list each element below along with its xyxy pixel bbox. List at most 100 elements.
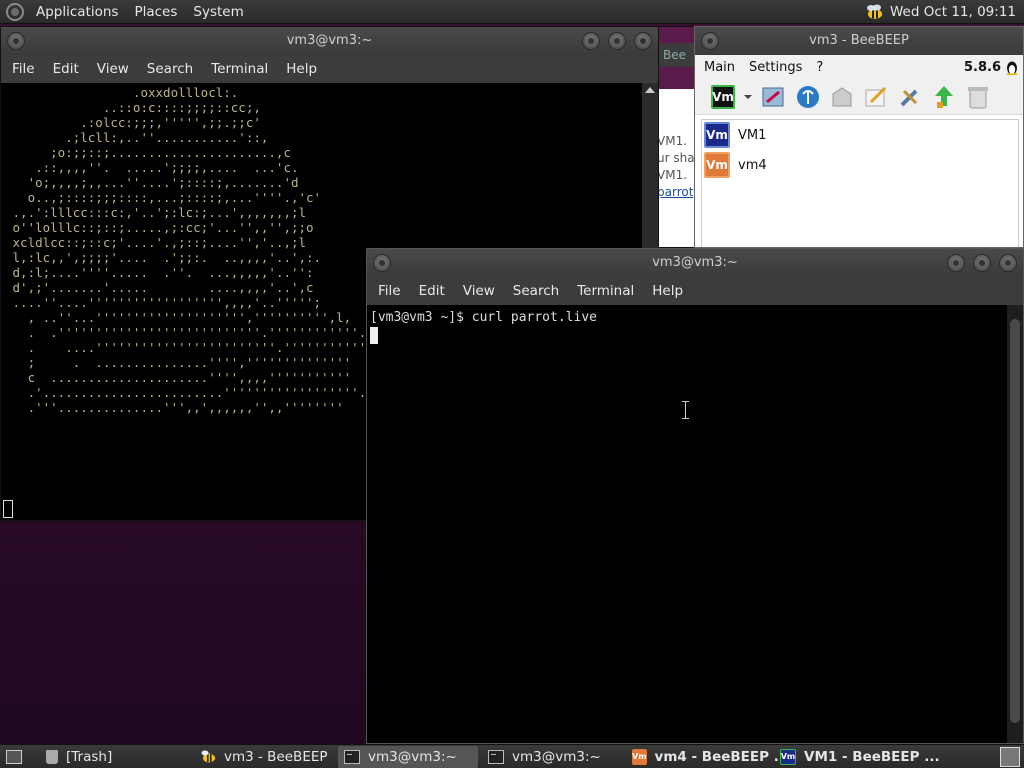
vm-avatar-icon: Vm <box>704 152 730 178</box>
vm-status-icon[interactable]: Vm <box>711 84 735 109</box>
ascii-line: .;lcll:,..''...........'::, <box>5 130 269 145</box>
ascii-line: .oxxdolllocl:. <box>5 85 239 100</box>
ascii-line: 'o;,,,,;,,...''....';::::;,.......'d <box>5 175 299 190</box>
maximize-button[interactable] <box>608 32 626 50</box>
window-menu-button[interactable] <box>701 32 719 50</box>
user-item-vm1[interactable]: Vm VM1 <box>702 120 1018 150</box>
menu-help[interactable]: Help <box>277 55 326 83</box>
tools-icon[interactable] <box>897 84 923 110</box>
taskbar-label: VM1 - BeeBEEP ... <box>804 748 940 765</box>
vm4-icon: Vm <box>632 748 647 765</box>
ascii-line: .,.':lllcc:::c:,'..';:lc:;...',,,,,,,;l <box>5 205 307 220</box>
close-button[interactable] <box>999 254 1017 272</box>
terminal-icon <box>488 749 504 764</box>
menu-help[interactable]: Help <box>643 277 692 305</box>
trash-icon <box>46 749 58 764</box>
taskbar-item-trash[interactable]: [Trash] <box>40 746 190 768</box>
version-label: 5.8.6 <box>963 59 1001 75</box>
terminal-front-menubar: File Edit View Search Terminal Help <box>367 277 1023 305</box>
taskbar-label: vm3 - BeeBEEP <box>224 748 328 765</box>
text-cursor-ibeam-icon <box>682 401 693 419</box>
minimize-button[interactable] <box>582 32 600 50</box>
menu-search[interactable]: Search <box>504 277 568 305</box>
taskbar-item-vm4-chat[interactable]: Vm vm4 - BeeBEEP ... <box>626 746 789 768</box>
bee-icon <box>201 750 215 762</box>
menu-help[interactable]: ? <box>807 60 828 75</box>
vm-avatar-icon: Vm <box>704 122 730 148</box>
taskbar-item-terminal-active[interactable]: vm3@vm3:~ <box>338 745 478 768</box>
chevron-down-icon[interactable] <box>743 92 753 102</box>
ascii-line: .::,,,,''. .....';;;;,.... ...'c. <box>5 160 299 175</box>
taskbar-label: vm3@vm3:~ <box>512 748 601 765</box>
taskbar-label: vm4 - BeeBEEP ... <box>654 748 790 765</box>
edit-profile-icon[interactable] <box>761 84 787 110</box>
terminal-back-menubar: File Edit View Search Terminal Help <box>1 55 658 83</box>
bottom-panel: [Trash] vm3 - BeeBEEP vm3@vm3:~ vm3@vm3:… <box>0 744 1024 768</box>
close-button[interactable] <box>634 32 652 50</box>
terminal-front-title: vm3@vm3:~ <box>652 255 738 270</box>
taskbar-item-beebeep[interactable]: vm3 - BeeBEEP <box>194 746 334 768</box>
window-menu-button[interactable] <box>7 32 25 50</box>
clock[interactable]: Wed Oct 11, 09:11 <box>890 4 1024 20</box>
menu-settings[interactable]: Settings <box>740 60 807 75</box>
terminal-cursor <box>370 327 378 344</box>
taskbar-item-terminal[interactable]: vm3@vm3:~ <box>482 746 622 768</box>
distro-logo-icon[interactable] <box>6 2 24 21</box>
user-name: VM1 <box>738 127 767 143</box>
menu-terminal[interactable]: Terminal <box>568 277 643 305</box>
user-item-vm4[interactable]: Vm vm4 <box>702 150 1018 180</box>
trash-icon[interactable] <box>965 84 991 110</box>
menu-edit[interactable]: Edit <box>44 55 88 83</box>
menu-view[interactable]: View <box>88 55 138 83</box>
terminal-front-titlebar[interactable]: vm3@vm3:~ <box>367 249 1023 277</box>
desktop-icon <box>6 749 22 764</box>
maximize-button[interactable] <box>973 254 991 272</box>
update-icon[interactable] <box>931 84 957 110</box>
menu-view[interactable]: View <box>454 277 504 305</box>
menu-applications[interactable]: Applications <box>28 0 126 24</box>
menu-edit[interactable]: Edit <box>410 277 454 305</box>
penguin-icon <box>1006 61 1018 75</box>
beebeep-titlebar[interactable]: vm3 - BeeBEEP <box>695 27 1023 55</box>
show-desktop-button[interactable] <box>0 746 36 768</box>
menu-file[interactable]: File <box>3 55 44 83</box>
browser-text-line: ur shar <box>658 151 695 165</box>
beebeep-title: vm3 - BeeBEEP <box>809 33 909 48</box>
beebeep-toolbar: Vm <box>695 79 1023 115</box>
menu-file[interactable]: File <box>369 277 410 305</box>
browser-window[interactable]: Bee VM1. ur shar VM1. parrot <box>658 26 695 248</box>
menu-main[interactable]: Main <box>695 60 740 75</box>
taskbar-item-vm1-chat[interactable]: Vm VM1 - BeeBEEP ... <box>774 746 940 768</box>
shell-prompt-line: [vm3@vm3 ~]$ curl parrot.live <box>370 310 597 325</box>
browser-link[interactable]: parrot <box>659 184 694 201</box>
beebeep-tray-icon[interactable] <box>864 4 884 20</box>
beebeep-window[interactable]: vm3 - BeeBEEP Main Settings ? 5.8.6 Vm V… <box>694 26 1024 248</box>
send-file-icon[interactable] <box>829 84 855 110</box>
network-icon[interactable] <box>795 84 821 110</box>
beebeep-menubar: Main Settings ? 5.8.6 <box>695 55 1023 79</box>
terminal-window-front[interactable]: vm3@vm3:~ File Edit View Search Terminal… <box>366 248 1024 744</box>
taskbar-label: [Trash] <box>66 748 113 765</box>
browser-tabstrip: Bee <box>659 27 694 89</box>
vm1-icon: Vm <box>780 748 796 765</box>
menu-terminal[interactable]: Terminal <box>202 55 277 83</box>
ascii-line: o..,;::::;;;::::,...;::::;,...''''.,'c' <box>5 190 322 205</box>
scroll-up-icon[interactable] <box>645 87 655 93</box>
browser-tab[interactable]: Bee <box>659 43 694 67</box>
menu-places[interactable]: Places <box>126 0 185 24</box>
browser-text-line: VM1. <box>658 168 688 182</box>
write-message-icon[interactable] <box>863 84 889 110</box>
terminal-front-scrollbar[interactable] <box>1007 305 1023 743</box>
workspace-switcher[interactable] <box>1000 746 1020 767</box>
scrollbar-thumb[interactable] <box>1010 319 1020 723</box>
terminal-back-title: vm3@vm3:~ <box>286 33 373 48</box>
menu-search[interactable]: Search <box>138 55 202 83</box>
terminal-back-titlebar[interactable]: vm3@vm3:~ <box>1 27 658 55</box>
user-name: vm4 <box>738 157 767 173</box>
minimize-button[interactable] <box>947 254 965 272</box>
menu-system[interactable]: System <box>185 0 251 24</box>
terminal-front-output[interactable]: [vm3@vm3 ~]$ curl parrot.live <box>367 305 1007 743</box>
ascii-line: ..::o:c::::;;;;::cc;, <box>5 100 261 115</box>
window-menu-button[interactable] <box>373 254 391 272</box>
ascii-line: ;o:;;::;......................,c <box>5 145 291 160</box>
